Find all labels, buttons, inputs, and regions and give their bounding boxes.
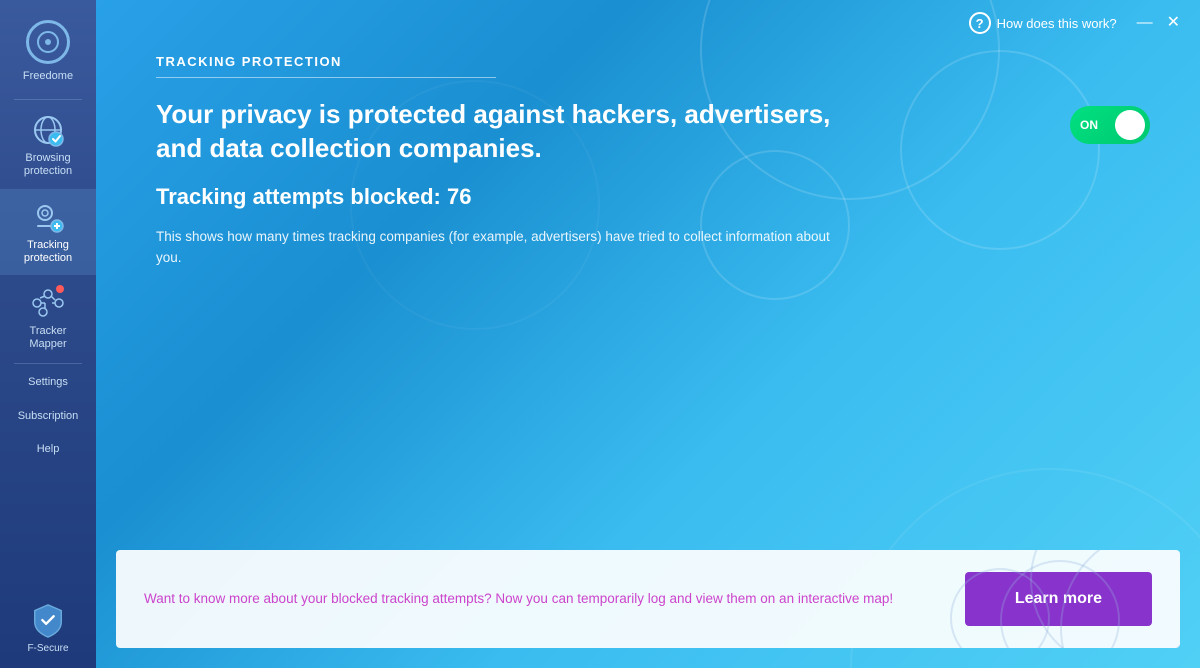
sidebar-item-help-label: Help (37, 443, 60, 456)
tracker-mapper-badge (56, 285, 64, 293)
page-title: TRACKING PROTECTION (156, 54, 1150, 69)
sidebar-divider-top (14, 99, 81, 100)
tracker-mapper-icon (30, 285, 66, 321)
sidebar-divider-mid (14, 363, 81, 364)
tracking-protection-toggle[interactable]: ON (1070, 106, 1150, 144)
tracking-count-label: Tracking attempts blocked: 76 (156, 184, 471, 209)
sidebar-item-help[interactable]: Help (0, 433, 96, 466)
learn-more-button[interactable]: Learn more (965, 572, 1152, 626)
freedome-logo-icon (26, 20, 70, 64)
tracking-protection-icon (30, 199, 66, 235)
sidebar-item-browsing-protection-label: Browsingprotection (24, 152, 72, 178)
sidebar: Freedome Browsingprotection (0, 0, 96, 668)
top-bar: ? How does this work? — ✕ (96, 0, 1200, 34)
toggle-container: ON (1070, 106, 1150, 144)
help-label: How does this work? (997, 16, 1117, 31)
minimize-button[interactable]: — (1137, 15, 1153, 31)
sidebar-item-subscription-label: Subscription (18, 410, 79, 423)
sidebar-item-tracker-mapper[interactable]: TrackerMapper (0, 275, 96, 361)
window-controls: — ✕ (1137, 15, 1180, 31)
main-content: ? How does this work? — ✕ TRACKING PROTE… (96, 0, 1200, 668)
toggle-on-label: ON (1080, 118, 1098, 132)
tracking-count-row: Tracking attempts blocked: 76 (156, 184, 1150, 210)
page-content-area: TRACKING PROTECTION Your privacy is prot… (96, 34, 1200, 550)
sidebar-item-subscription[interactable]: Subscription (0, 400, 96, 433)
sidebar-item-tracking-protection[interactable]: Trackingprotection (0, 189, 96, 275)
browsing-protection-icon (30, 112, 66, 148)
freedome-logo-label: Freedome (23, 70, 73, 83)
sidebar-logo-section: Freedome (0, 10, 96, 97)
sidebar-item-browsing-protection[interactable]: Browsingprotection (0, 102, 96, 188)
help-button[interactable]: ? How does this work? (969, 12, 1117, 34)
fsecure-logo: F-Secure (27, 603, 68, 654)
protection-headline: Your privacy is protected against hacker… (156, 98, 876, 166)
sidebar-item-settings-label: Settings (28, 376, 68, 389)
sidebar-item-settings[interactable]: Settings (0, 366, 96, 399)
sidebar-item-tracker-mapper-label: TrackerMapper (29, 325, 66, 351)
help-icon: ? (969, 12, 991, 34)
sidebar-item-tracking-protection-label: Trackingprotection (24, 239, 72, 265)
fsecure-label: F-Secure (27, 643, 68, 654)
protection-row: Your privacy is protected against hacker… (156, 98, 1150, 166)
banner-description: Want to know more about your blocked tra… (144, 589, 945, 609)
page-title-section: TRACKING PROTECTION (156, 54, 1150, 78)
tracking-description: This shows how many times tracking compa… (156, 226, 836, 269)
bottom-banner: Want to know more about your blocked tra… (116, 550, 1180, 648)
toggle-knob (1115, 110, 1145, 140)
title-underline (156, 77, 496, 78)
close-button[interactable]: ✕ (1167, 15, 1180, 31)
